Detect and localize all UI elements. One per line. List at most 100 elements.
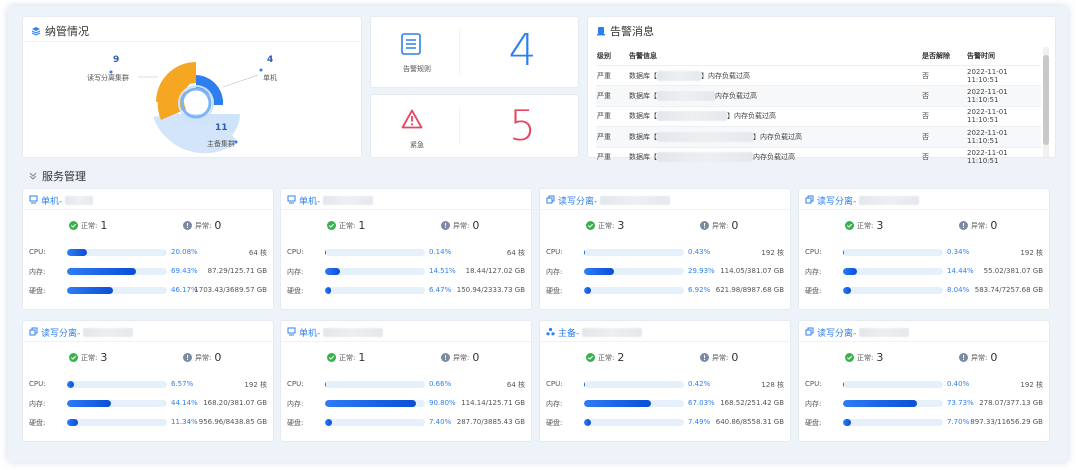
usage-row-mem: 内存: 14.51% 18.44/127.02 GB: [287, 267, 525, 276]
status-normal: 正常: 3: [69, 351, 107, 364]
alert-rules-panel[interactable]: 告警规则 4: [370, 16, 579, 88]
info-circle-icon: [700, 353, 709, 362]
service-card-title[interactable]: 读写分离-: [805, 326, 910, 339]
usage-row-mem: 内存: 67.03% 168.52/251.42 GB: [546, 399, 784, 408]
server-icon: [287, 327, 296, 339]
status-abnormal: 异常: 0: [700, 351, 738, 364]
usage-fill-cpu: [843, 249, 844, 256]
check-circle-icon: [69, 221, 78, 230]
normal-count: 1: [358, 219, 366, 232]
table-row[interactable]: 严重 数据库【 】内存负载过高 否 2022-11-01 11:10:51: [596, 64, 1041, 86]
abnormal-count: 0: [214, 219, 222, 232]
urgent-panel[interactable]: 紧急 5: [370, 94, 579, 158]
status-normal: 正常: 2: [586, 351, 624, 364]
usage-fill-disk: [67, 287, 114, 294]
service-card[interactable]: 单机- 正常: 1 异常: 0 CPU: 20.08% 64 核 内存: 69.…: [22, 188, 274, 310]
col-resolved[interactable]: 是否解除: [921, 47, 966, 66]
usage-bar-disk: [325, 419, 425, 426]
usage-fill-cpu: [325, 381, 326, 388]
usage-bar-mem: [843, 268, 943, 275]
usage-row-disk: 硬盘: 11.34% 956.96/8438.85 GB: [29, 418, 267, 427]
usage-fill-cpu: [67, 381, 74, 388]
normal-count: 2: [617, 351, 625, 364]
service-card[interactable]: 读写分离- 正常: 3 异常: 0 CPU: 6.57% 192 核 内存: 4…: [22, 320, 274, 442]
usage-fill-mem: [325, 400, 416, 407]
usage-fill-mem: [67, 400, 112, 407]
usage-bar-disk: [584, 287, 684, 294]
usage-bar-mem: [67, 400, 167, 407]
usage-bar-mem: [843, 400, 943, 407]
service-card[interactable]: 单机- 正常: 1 异常: 0 CPU: 0.14% 64 核 内存: 14.5…: [280, 188, 532, 310]
usage-row-cpu: CPU: 0.14% 64 核: [287, 248, 525, 257]
info-circle-icon: [441, 221, 450, 230]
col-time[interactable]: 告警时间: [966, 47, 1041, 66]
status-normal: 正常: 3: [586, 219, 624, 232]
alerts-header-row: 级别 告警信息 是否解除 告警时间: [596, 47, 1041, 66]
service-card-title[interactable]: 读写分离-: [546, 194, 671, 207]
normal-count: 1: [358, 351, 366, 364]
usage-bar-cpu: [325, 381, 425, 388]
info-circle-icon: [700, 221, 709, 230]
table-row[interactable]: 严重 数据库【 内存负载过高 否 2022-11-01 11:10:51: [596, 85, 1041, 107]
usage-bar-mem: [67, 268, 167, 275]
status-abnormal: 异常: 0: [183, 351, 221, 364]
usage-bar-disk: [843, 287, 943, 294]
usage-fill-disk: [843, 419, 851, 426]
alerts-scrollbar[interactable]: [1043, 47, 1049, 157]
service-card-title[interactable]: 单机-: [29, 194, 94, 207]
usage-row-cpu: CPU: 0.66% 64 核: [287, 380, 525, 389]
usage-row-mem: 内存: 44.14% 168.20/381.07 GB: [29, 399, 267, 408]
usage-fill-disk: [843, 287, 852, 294]
status-normal: 正常: 1: [327, 219, 365, 232]
usage-row-mem: 内存: 69.43% 87.29/125.71 GB: [29, 267, 267, 276]
service-card-title[interactable]: 读写分离-: [805, 194, 920, 207]
copy-icon: [29, 327, 38, 339]
usage-bar-disk: [325, 287, 425, 294]
service-card-title[interactable]: 单机-: [287, 194, 374, 207]
table-row[interactable]: 严重 数据库【 】内存负载过高 否 2022-11-01 11:10:51: [596, 105, 1041, 127]
usage-bar-mem: [325, 400, 425, 407]
usage-row-disk: 硬盘: 7.70% 897.33/11656.29 GB: [805, 418, 1043, 427]
table-row[interactable]: 严重 数据库【 】内存负载过高 否 2022-11-01 11:10:51: [596, 126, 1041, 148]
usage-row-mem: 内存: 90.80% 114.14/125.71 GB: [287, 399, 525, 408]
usage-row-disk: 硬盘: 6.92% 621.98/8987.68 GB: [546, 286, 784, 295]
service-card[interactable]: 读写分离- 正常: 3 异常: 0 CPU: 0.40% 192 核 内存: 7…: [798, 320, 1050, 442]
usage-row-cpu: CPU: 0.42% 128 核: [546, 380, 784, 389]
usage-fill-disk: [325, 419, 333, 426]
service-card-title[interactable]: 主备-: [546, 326, 643, 339]
service-card-title[interactable]: 读写分离-: [29, 326, 134, 339]
services-title[interactable]: 服务管理: [28, 168, 86, 184]
usage-fill-mem: [843, 400, 917, 407]
status-abnormal: 异常: 0: [700, 219, 738, 232]
usage-fill-cpu: [325, 249, 326, 256]
info-circle-icon: [183, 221, 192, 230]
usage-fill-mem: [67, 268, 137, 275]
table-row[interactable]: 严重 数据库【 内存负载过高 否 2022-11-01 11:10:51: [596, 146, 1041, 167]
usage-fill-cpu: [843, 381, 844, 388]
status-abnormal: 异常: 0: [959, 351, 997, 364]
abnormal-count: 0: [214, 351, 222, 364]
usage-bar-cpu: [67, 249, 167, 256]
alert-rules-label: 告警规则: [403, 65, 431, 73]
master-count: 11: [215, 123, 228, 133]
donut-slice-rw-top: [156, 62, 196, 102]
col-info[interactable]: 告警信息: [628, 47, 921, 66]
usage-row-cpu: CPU: 0.40% 192 核: [805, 380, 1043, 389]
normal-count: 3: [876, 219, 884, 232]
management-donut-chart[interactable]: [23, 17, 363, 159]
check-circle-icon: [69, 353, 78, 362]
service-card-title[interactable]: 单机-: [287, 326, 384, 339]
service-card[interactable]: 读写分离- 正常: 3 异常: 0 CPU: 0.43% 192 核 内存: 2…: [539, 188, 791, 310]
usage-bar-disk: [584, 419, 684, 426]
service-card[interactable]: 读写分离- 正常: 3 异常: 0 CPU: 0.34% 192 核 内存: 1…: [798, 188, 1050, 310]
status-normal: 正常: 3: [845, 219, 883, 232]
col-level[interactable]: 级别: [596, 47, 628, 66]
service-card[interactable]: 主备- 正常: 2 异常: 0 CPU: 0.42% 128 核 内存: 67.…: [539, 320, 791, 442]
usage-fill-mem: [843, 268, 858, 275]
check-circle-icon: [327, 221, 336, 230]
info-circle-icon: [441, 353, 450, 362]
usage-row-disk: 硬盘: 7.49% 640.86/8558.31 GB: [546, 418, 784, 427]
service-card[interactable]: 单机- 正常: 1 异常: 0 CPU: 0.66% 64 核 内存: 90.8…: [280, 320, 532, 442]
usage-bar-cpu: [325, 249, 425, 256]
info-circle-icon: [959, 221, 968, 230]
